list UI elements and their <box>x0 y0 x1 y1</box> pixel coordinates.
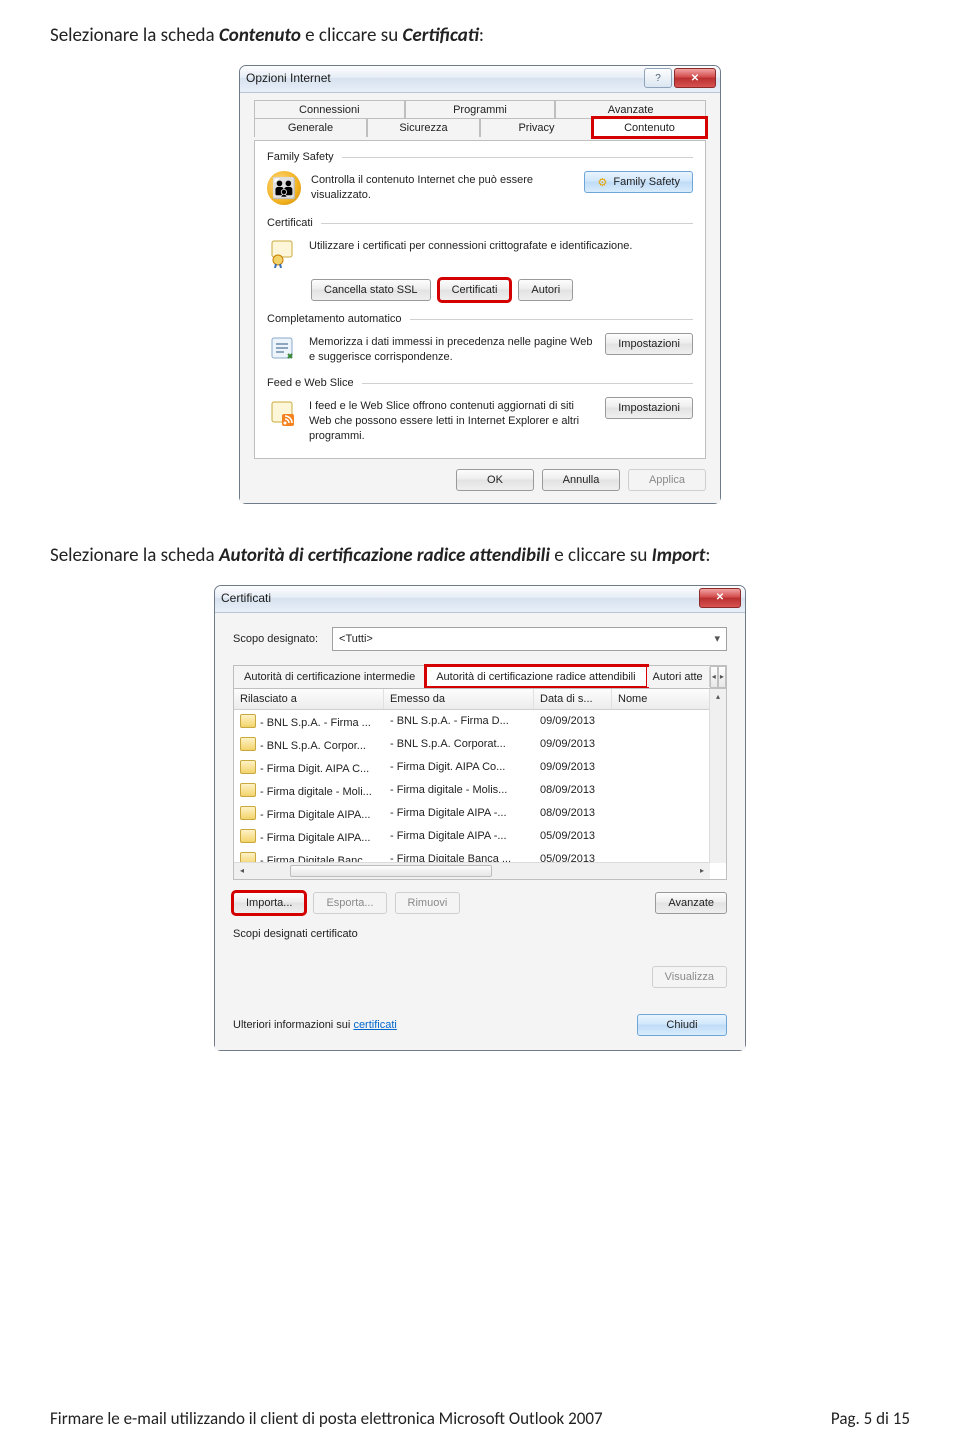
table-row[interactable]: - Firma Digitale AIPA...- Firma Digitale… <box>234 825 726 848</box>
feeds-text: I feed e le Web Slice offrono contenuti … <box>309 397 595 444</box>
table-row[interactable]: - Firma Digit. AIPA C...- Firma Digit. A… <box>234 756 726 779</box>
family-safety-text: Controlla il contenuto Internet che può … <box>311 171 574 203</box>
cert-store-tabs: Autorità di certificazione intermedie Au… <box>233 665 727 688</box>
table-row[interactable]: - BNL S.p.A. Corpor...- BNL S.p.A. Corpo… <box>234 733 726 756</box>
cancel-button[interactable]: Annulla <box>542 469 620 491</box>
tab-scroll-left[interactable]: ◂ <box>710 666 718 688</box>
tab-scroll-right[interactable]: ▸ <box>718 666 726 688</box>
tab-avanzate[interactable]: Avanzate <box>555 100 706 119</box>
clear-ssl-button[interactable]: Cancella stato SSL <box>311 279 431 301</box>
close-icon[interactable]: ✕ <box>674 68 716 88</box>
purpose-value: <Tutti> <box>339 633 373 645</box>
feeds-heading: Feed e Web Slice <box>267 377 354 389</box>
page-number: Pag. 5 di 15 <box>831 1408 910 1429</box>
purpose-label: Scopo designato: <box>233 633 318 645</box>
ok-button[interactable]: OK <box>456 469 534 491</box>
cert-scopes-heading: Scopi designati certificato <box>233 928 727 940</box>
instruction-2: Selezionare la scheda Autorità di certif… <box>50 544 910 567</box>
table-row[interactable]: - BNL S.p.A. - Firma ...- BNL S.p.A. - F… <box>234 710 726 733</box>
table-row[interactable]: - Firma Digitale AIPA...- Firma Digitale… <box>234 802 726 825</box>
certificates-heading: Certificati <box>267 217 313 229</box>
chevron-down-icon: ▾ <box>714 632 720 645</box>
certificates-button[interactable]: Certificati <box>439 279 511 301</box>
remove-button[interactable]: Rimuovi <box>395 892 461 914</box>
tab-strip: Connessioni Programmi Avanzate Generale … <box>254 101 706 137</box>
dialog-title: Certificati <box>221 591 697 605</box>
certificates-dialog: Certificati ✕ Scopo designato: <Tutti> ▾… <box>214 585 746 1051</box>
purpose-combo[interactable]: <Tutti> ▾ <box>332 627 727 651</box>
certificates-link[interactable]: certificati <box>353 1019 396 1031</box>
tab-connessioni[interactable]: Connessioni <box>254 100 405 119</box>
footer-title: Firmare le e-mail utilizzando il client … <box>50 1408 603 1429</box>
tab-programmi[interactable]: Programmi <box>405 100 556 119</box>
tab-intermediate-ca[interactable]: Autorità di certificazione intermedie <box>234 667 426 687</box>
export-button[interactable]: Esporta... <box>313 892 386 914</box>
more-info-text: Ulteriori informazioni sui certificati <box>233 1019 397 1031</box>
close-button[interactable]: Chiudi <box>637 1014 727 1036</box>
view-button[interactable]: Visualizza <box>652 966 727 988</box>
list-header: Rilasciato a Emesso da Data di s... Nome <box>234 689 726 710</box>
family-safety-button[interactable]: ⚙Family Safety <box>584 171 693 193</box>
instruction-1: Selezionare la scheda Contenuto e clicca… <box>50 24 910 47</box>
table-row[interactable]: - Firma digitale - Moli...- Firma digita… <box>234 779 726 802</box>
tab-privacy[interactable]: Privacy <box>480 118 593 137</box>
import-button[interactable]: Importa... <box>233 892 305 914</box>
dialog-title: Opzioni Internet <box>246 71 642 85</box>
tab-trusted-root-ca[interactable]: Autorità di certificazione radice attend… <box>426 666 646 687</box>
tab-sicurezza[interactable]: Sicurezza <box>367 118 480 137</box>
family-safety-icon: 👪 <box>267 171 301 205</box>
publishers-button[interactable]: Autori <box>518 279 573 301</box>
tab-contenuto[interactable]: Contenuto <box>593 118 706 137</box>
vertical-scrollbar[interactable]: ▴ <box>709 689 726 863</box>
help-icon[interactable]: ? <box>644 68 672 88</box>
tab-trusted-publishers[interactable]: Autori atte <box>647 667 710 687</box>
autocomplete-text: Memorizza i dati immessi in precedenza n… <box>309 333 595 365</box>
feeds-settings-button[interactable]: Impostazioni <box>605 397 693 419</box>
horizontal-scrollbar[interactable]: ◂▸ <box>234 862 710 879</box>
close-icon[interactable]: ✕ <box>699 588 741 608</box>
family-safety-heading: Family Safety <box>267 151 334 163</box>
certificate-icon <box>267 237 299 269</box>
feed-icon <box>267 397 299 429</box>
advanced-button[interactable]: Avanzate <box>655 892 727 914</box>
tab-generale[interactable]: Generale <box>254 118 367 137</box>
certificates-text: Utilizzare i certificati per connessioni… <box>309 237 693 254</box>
apply-button[interactable]: Applica <box>628 469 706 491</box>
internet-options-dialog: Opzioni Internet ? ✕ Connessioni Program… <box>239 65 721 504</box>
autocomplete-settings-button[interactable]: Impostazioni <box>605 333 693 355</box>
autocomplete-icon <box>267 333 299 365</box>
autocomplete-heading: Completamento automatico <box>267 313 402 325</box>
certificates-list[interactable]: Rilasciato a Emesso da Data di s... Nome… <box>233 688 727 880</box>
